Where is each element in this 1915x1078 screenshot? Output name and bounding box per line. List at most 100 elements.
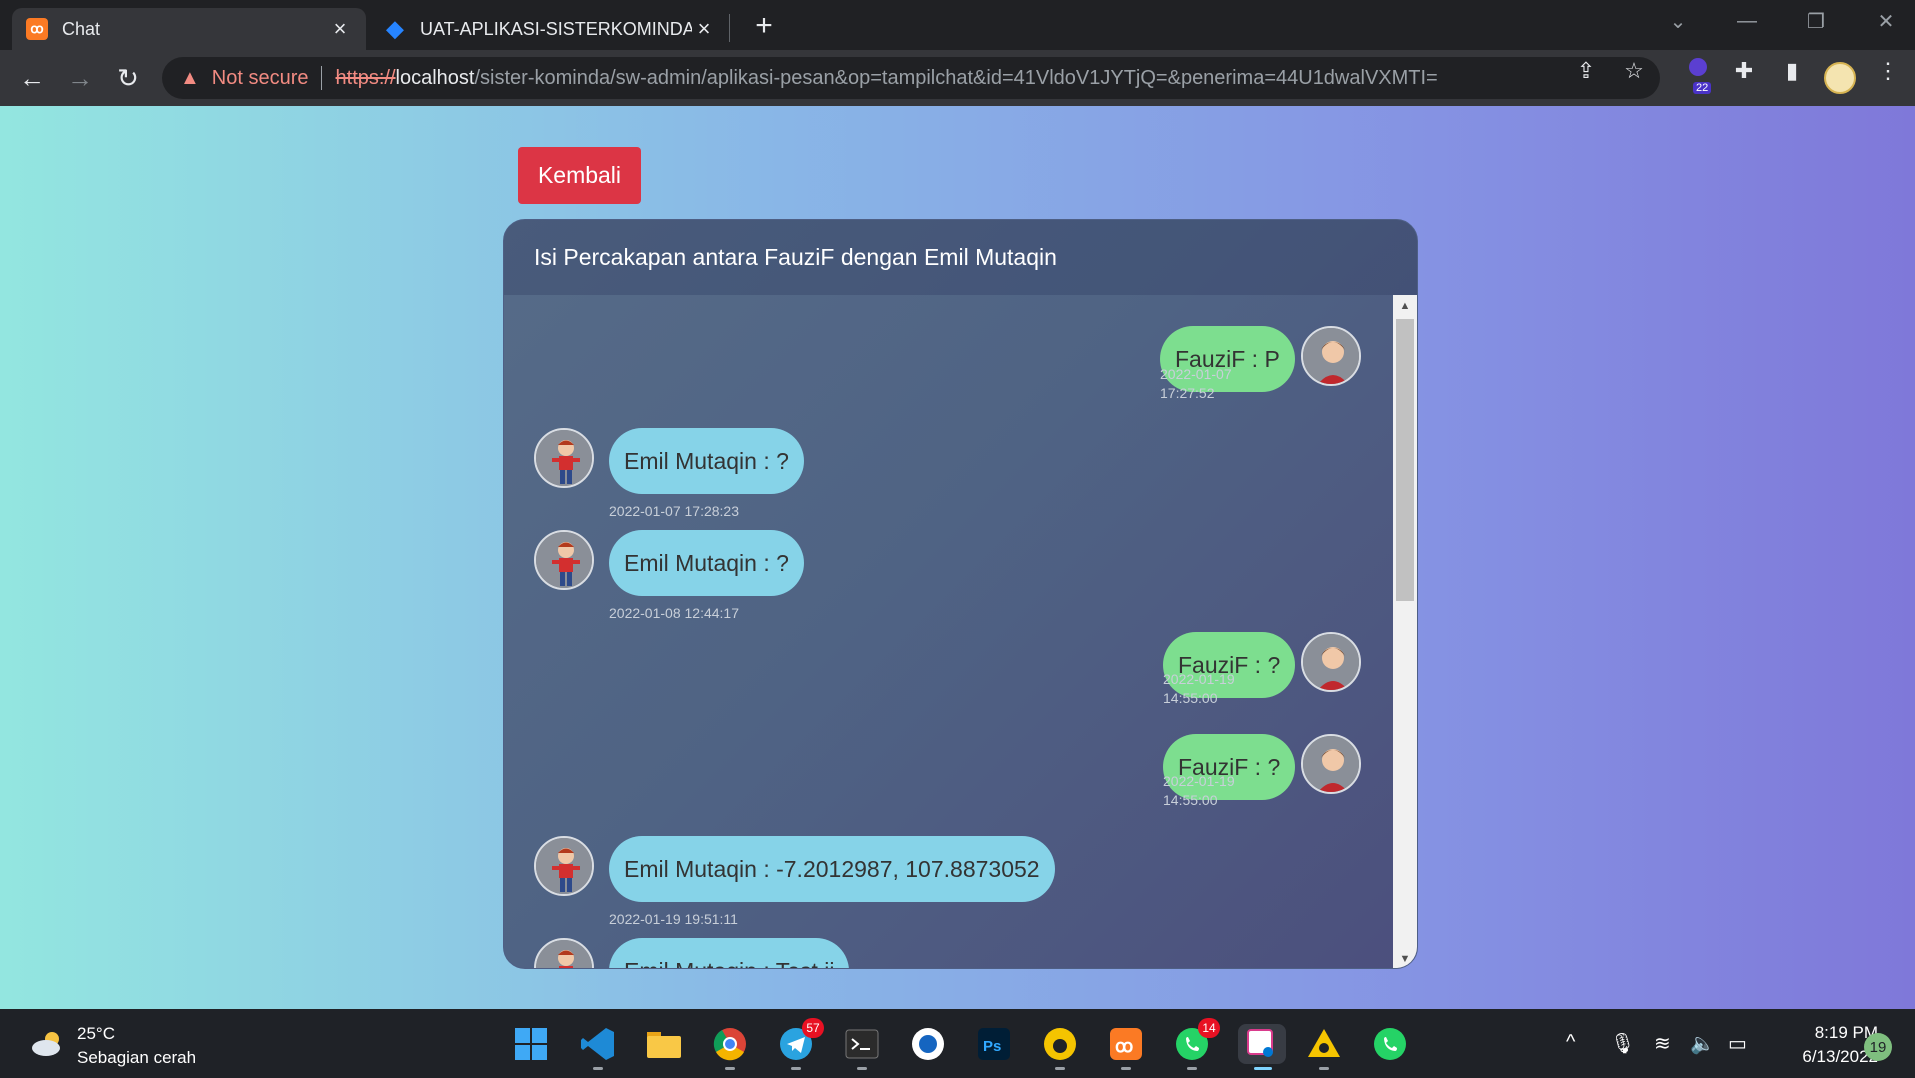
message-time: 14:55:00 [1163,690,1218,706]
message-date: 2022-01-07 [1160,366,1232,382]
warning-icon: ▲ [180,66,200,89]
message-timestamp: 2022-01-07 17:28:23 [609,503,739,519]
telegram-icon[interactable]: 57 [776,1018,824,1070]
tab-title: UAT-APLIKASI-SISTERKOMINDA- [420,18,692,39]
message-date: 2022-01-19 [1163,773,1235,789]
vscode-icon[interactable] [578,1024,618,1070]
avatar [1301,632,1361,692]
snipping-tool-icon[interactable] [1238,1024,1286,1070]
xampp-icon: ꝏ [26,18,48,40]
chat-scrollbar[interactable]: ▲ ▼ [1393,295,1417,968]
reload-icon[interactable]: ↻ [112,62,144,94]
new-tab-button[interactable]: + [748,9,780,42]
wifi-icon[interactable]: ≋ [1654,1031,1671,1056]
telegram-badge: 57 [802,1018,824,1038]
page-viewport: Kembali Isi Percakapan antara FauziF den… [0,106,1915,1009]
profile-avatar[interactable] [1824,62,1856,94]
file-explorer-icon[interactable] [644,1024,684,1064]
running-indicator [1055,1067,1065,1070]
message-bubble-received: Emil Mutaqin : ? [609,428,804,494]
notification-badge[interactable]: 19 [1864,1033,1892,1061]
avatar [534,938,594,968]
chevron-up-icon[interactable]: ^ [1566,1031,1575,1054]
message-bubble-received: Emil Mutaqin : -7.2012987, 107.8873052 [609,836,1055,902]
weather-cloud-icon[interactable] [30,1028,66,1058]
security-label[interactable]: Not secure [212,67,309,90]
weather-description[interactable]: Sebagian cerah [77,1048,196,1068]
photoshop-icon[interactable]: Ps [974,1024,1014,1064]
tab-jira[interactable]: ◆ UAT-APLIKASI-SISTERKOMINDA- × [370,8,730,50]
close-icon[interactable]: × [692,16,716,41]
close-icon[interactable]: × [328,16,352,41]
url-scheme: https:// [335,66,396,89]
chrome-icon[interactable] [710,1024,750,1070]
message-date: 2022-01-19 [1163,671,1235,687]
puzzle-icon[interactable]: ✚ [1730,58,1758,84]
restore-button[interactable]: ❐ [1796,6,1836,36]
avatar [1301,734,1361,794]
running-indicator [1121,1067,1131,1070]
message-timestamp: 2022-01-19 19:51:11 [609,911,738,927]
scroll-thumb[interactable] [1396,319,1414,601]
avatar [1301,326,1361,386]
tab-chat[interactable]: ꝏ Chat × [12,8,366,50]
address-bar[interactable]: ▲ Not secure https:// localhost /sister-… [162,57,1660,99]
running-indicator [1319,1067,1329,1070]
tab-strip: ꝏ Chat × ◆ UAT-APLIKASI-SISTERKOMINDA- ×… [0,0,1915,50]
terminal-icon[interactable] [842,1024,882,1070]
running-indicator [857,1067,867,1070]
taskbar: 25°C Sebagian cerah 57 Ps ꝏ 14 ^ 🎙 ≋ 🔈 ▭… [0,1009,1915,1078]
chat-title: Isi Percakapan antara FauziF dengan Emil… [504,220,1417,295]
scroll-down-arrow-icon[interactable]: ▼ [1393,948,1417,968]
avatar [534,530,594,590]
message-time: 14:55:00 [1163,792,1218,808]
running-indicator [725,1067,735,1070]
message-bubble-received: Emil Mutaqin : Test ii [609,938,850,968]
message-bubble-sent: FauziF : ? [1163,734,1296,800]
scroll-up-arrow-icon[interactable]: ▲ [1393,295,1417,317]
svg-text:Ps: Ps [983,1038,1001,1055]
app-icon[interactable] [1304,1024,1344,1070]
share-icon[interactable]: ⇪ [1572,58,1600,84]
app-icon[interactable] [908,1024,948,1064]
bandicam-icon[interactable] [1040,1024,1080,1070]
whatsapp-badge: 14 [1198,1018,1220,1038]
tab-search-icon[interactable]: ⌄ [1658,6,1698,36]
jira-icon: ◆ [386,16,404,41]
message-time: 17:27:52 [1160,385,1215,401]
minimize-button[interactable]: — [1727,6,1767,36]
message-timestamp: 2022-01-08 12:44:17 [609,605,739,621]
weather-temperature[interactable]: 25°C [77,1024,115,1044]
star-icon[interactable]: ☆ [1620,58,1648,84]
back-button[interactable]: Kembali [518,147,641,204]
running-indicator [1254,1067,1272,1070]
windows-start-icon[interactable] [511,1024,551,1064]
tab-title: Chat [62,18,101,39]
close-window-button[interactable]: ✕ [1866,6,1906,36]
svg-text:ꝏ: ꝏ [1115,1036,1133,1056]
whatsapp-business-icon[interactable]: 14 [1172,1018,1220,1070]
xampp-icon[interactable]: ꝏ [1106,1024,1146,1070]
message-bubble-sent: FauziF : P [1160,326,1295,392]
chat-card: Isi Percakapan antara FauziF dengan Emil… [503,219,1418,969]
url-host: localhost [395,66,475,89]
browser-toolbar: ← → ↻ ▲ Not secure https:// localhost /s… [0,50,1915,106]
back-arrow-icon[interactable]: ← [16,62,48,94]
microphone-icon[interactable]: 🎙 [1610,1031,1635,1056]
running-indicator [593,1067,603,1070]
url-path: /sister-kominda/sw-admin/aplikasi-pesan&… [474,66,1438,89]
address-divider [320,66,322,90]
running-indicator [1187,1067,1197,1070]
menu-icon[interactable]: ⋮ [1874,58,1902,84]
side-panel-icon[interactable]: ▮ [1778,58,1806,84]
chat-messages[interactable]: FauziF : P 2022-01-07 17:27:52 Emil Muta… [504,295,1393,968]
volume-icon[interactable]: 🔈 [1690,1031,1715,1056]
forward-arrow-icon[interactable]: → [64,62,96,94]
clock-date[interactable]: 6/13/2022 [1772,1047,1878,1067]
message-bubble-received: Emil Mutaqin : ? [609,530,804,596]
whatsapp-icon[interactable] [1370,1024,1410,1064]
running-indicator [791,1067,801,1070]
tab-divider [729,14,730,42]
battery-icon[interactable]: ▭ [1728,1031,1747,1056]
message-bubble-sent: FauziF : ? [1163,632,1296,698]
